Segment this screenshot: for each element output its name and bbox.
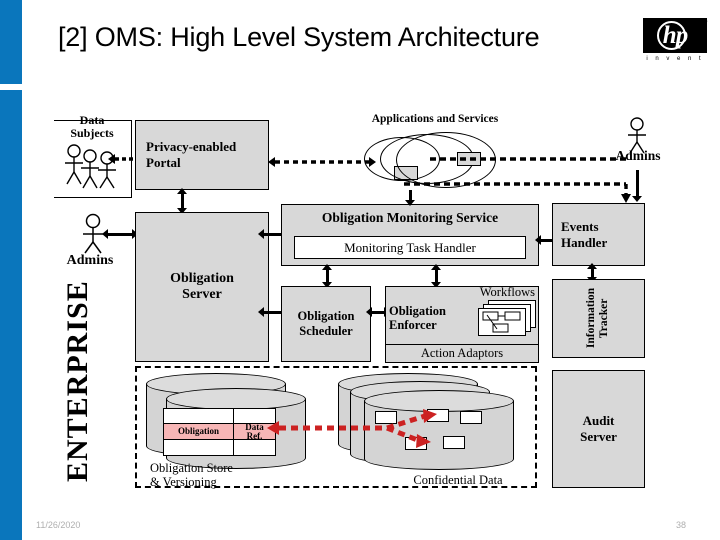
footer-date: 11/26/2020 bbox=[36, 520, 81, 530]
data-subjects-actor-icon bbox=[65, 144, 116, 189]
audit-server-line1: Audit bbox=[582, 413, 615, 428]
connector-applications-monitoring bbox=[404, 186, 416, 206]
component-events-handler[interactable]: Events Handler bbox=[552, 203, 645, 266]
component-obligation-server[interactable]: Obligation Server bbox=[135, 212, 269, 362]
label-obligation-store-line1: Obligation Store bbox=[150, 461, 233, 475]
workflow-card-front bbox=[478, 308, 526, 336]
ds-frame-bottom bbox=[54, 197, 132, 198]
hp-ring-icon bbox=[657, 21, 686, 50]
footer-page-number: 38 bbox=[676, 520, 687, 530]
action-adaptors-label: Action Adaptors bbox=[420, 346, 504, 360]
hp-logo-tagline: i n v e n t bbox=[646, 56, 704, 62]
privacy-portal-line1: Privacy-enabled bbox=[146, 139, 237, 154]
label-confidential-data: Confidential Data bbox=[413, 473, 503, 487]
hp-logo-box: hp ✳ bbox=[643, 17, 708, 53]
label-admins-right: Admins bbox=[615, 148, 661, 163]
information-tracker-line1: Information bbox=[585, 288, 598, 349]
data-record-box bbox=[460, 411, 482, 424]
label-data-subjects-line2: Subjects bbox=[70, 126, 114, 141]
table-row bbox=[164, 409, 275, 425]
connector-portal-applications bbox=[268, 157, 376, 167]
obligation-monitoring-service-title: Obligation Monitoring Service bbox=[321, 210, 499, 225]
label-applications-and-services: Applications and Services bbox=[371, 113, 499, 125]
information-tracker-line2: Tracker bbox=[598, 298, 611, 339]
obligation-scheduler-line2: Scheduler bbox=[299, 324, 353, 338]
obligation-server-line1: Obligation bbox=[170, 271, 234, 286]
connector-admins-obligation-server bbox=[102, 228, 138, 240]
label-obligation-store-line2: & Versioning bbox=[150, 474, 217, 489]
label-data-subjects: Data Subjects bbox=[54, 113, 130, 141]
slide-canvas: [2] OMS: High Level System Architecture … bbox=[0, 0, 720, 540]
connector-obligation-confidential-data bbox=[267, 409, 437, 448]
component-audit-server[interactable]: Audit Server bbox=[552, 370, 645, 488]
obligation-server-line2: Server bbox=[182, 287, 222, 302]
monitoring-task-handler-label: Monitoring Task Handler bbox=[344, 239, 476, 255]
label-obligation-store: Obligation Store & Versioning bbox=[150, 461, 320, 490]
component-monitoring-task-handler[interactable]: Monitoring Task Handler bbox=[294, 236, 526, 259]
obligation-enforcer-label: Obligation Enforcer bbox=[389, 304, 467, 333]
label-enterprise: ENTERPRISE bbox=[61, 280, 94, 482]
obligation-enforcer-line2: Enforcer bbox=[389, 317, 437, 332]
label-workflows: Workflows bbox=[479, 285, 535, 299]
data-record-box bbox=[443, 436, 465, 449]
events-handler-line1: Events bbox=[561, 218, 599, 234]
workflows-diagram-icon bbox=[478, 300, 536, 336]
component-privacy-enabled-portal[interactable]: Privacy-enabled Portal bbox=[135, 120, 269, 190]
page-title: [2] OMS: High Level System Architecture bbox=[58, 22, 540, 52]
privacy-portal-line2: Portal bbox=[146, 155, 181, 170]
connector-monitoring-enforcer bbox=[430, 264, 442, 288]
accent-bar-top bbox=[0, 0, 22, 84]
label-admins-left: Admins bbox=[66, 253, 114, 268]
connector-applications-events-handler bbox=[404, 182, 631, 203]
hp-logo: hp ✳ i n v e n t bbox=[643, 17, 708, 66]
connector-monitoring-scheduler bbox=[321, 264, 333, 288]
connector-admins-events-handler bbox=[631, 166, 643, 202]
table-row-highlighted: Obligation Data Ref. bbox=[164, 424, 275, 440]
obligation-store-table[interactable]: Obligation Data Ref. bbox=[163, 408, 276, 456]
hp-registered-icon: ✳ bbox=[701, 17, 708, 26]
obligation-enforcer-line1: Obligation bbox=[389, 304, 446, 318]
information-tracker-label: Information Tracker bbox=[585, 288, 611, 348]
component-information-tracker[interactable]: Information Tracker bbox=[552, 279, 645, 358]
component-action-adaptors[interactable]: Action Adaptors bbox=[385, 344, 539, 363]
obligation-scheduler-line1: Obligation bbox=[297, 309, 355, 323]
cell-obligation: Obligation bbox=[164, 424, 234, 439]
component-obligation-scheduler[interactable]: Obligation Scheduler bbox=[281, 286, 371, 362]
accent-bar-bottom bbox=[0, 90, 22, 540]
events-handler-line2: Handler bbox=[561, 234, 608, 250]
cell-data-ref-line2: Ref. bbox=[246, 430, 263, 439]
connector-portal-obligation-server bbox=[176, 188, 188, 214]
audit-server-line2: Server bbox=[580, 429, 617, 444]
table-row bbox=[164, 439, 275, 455]
